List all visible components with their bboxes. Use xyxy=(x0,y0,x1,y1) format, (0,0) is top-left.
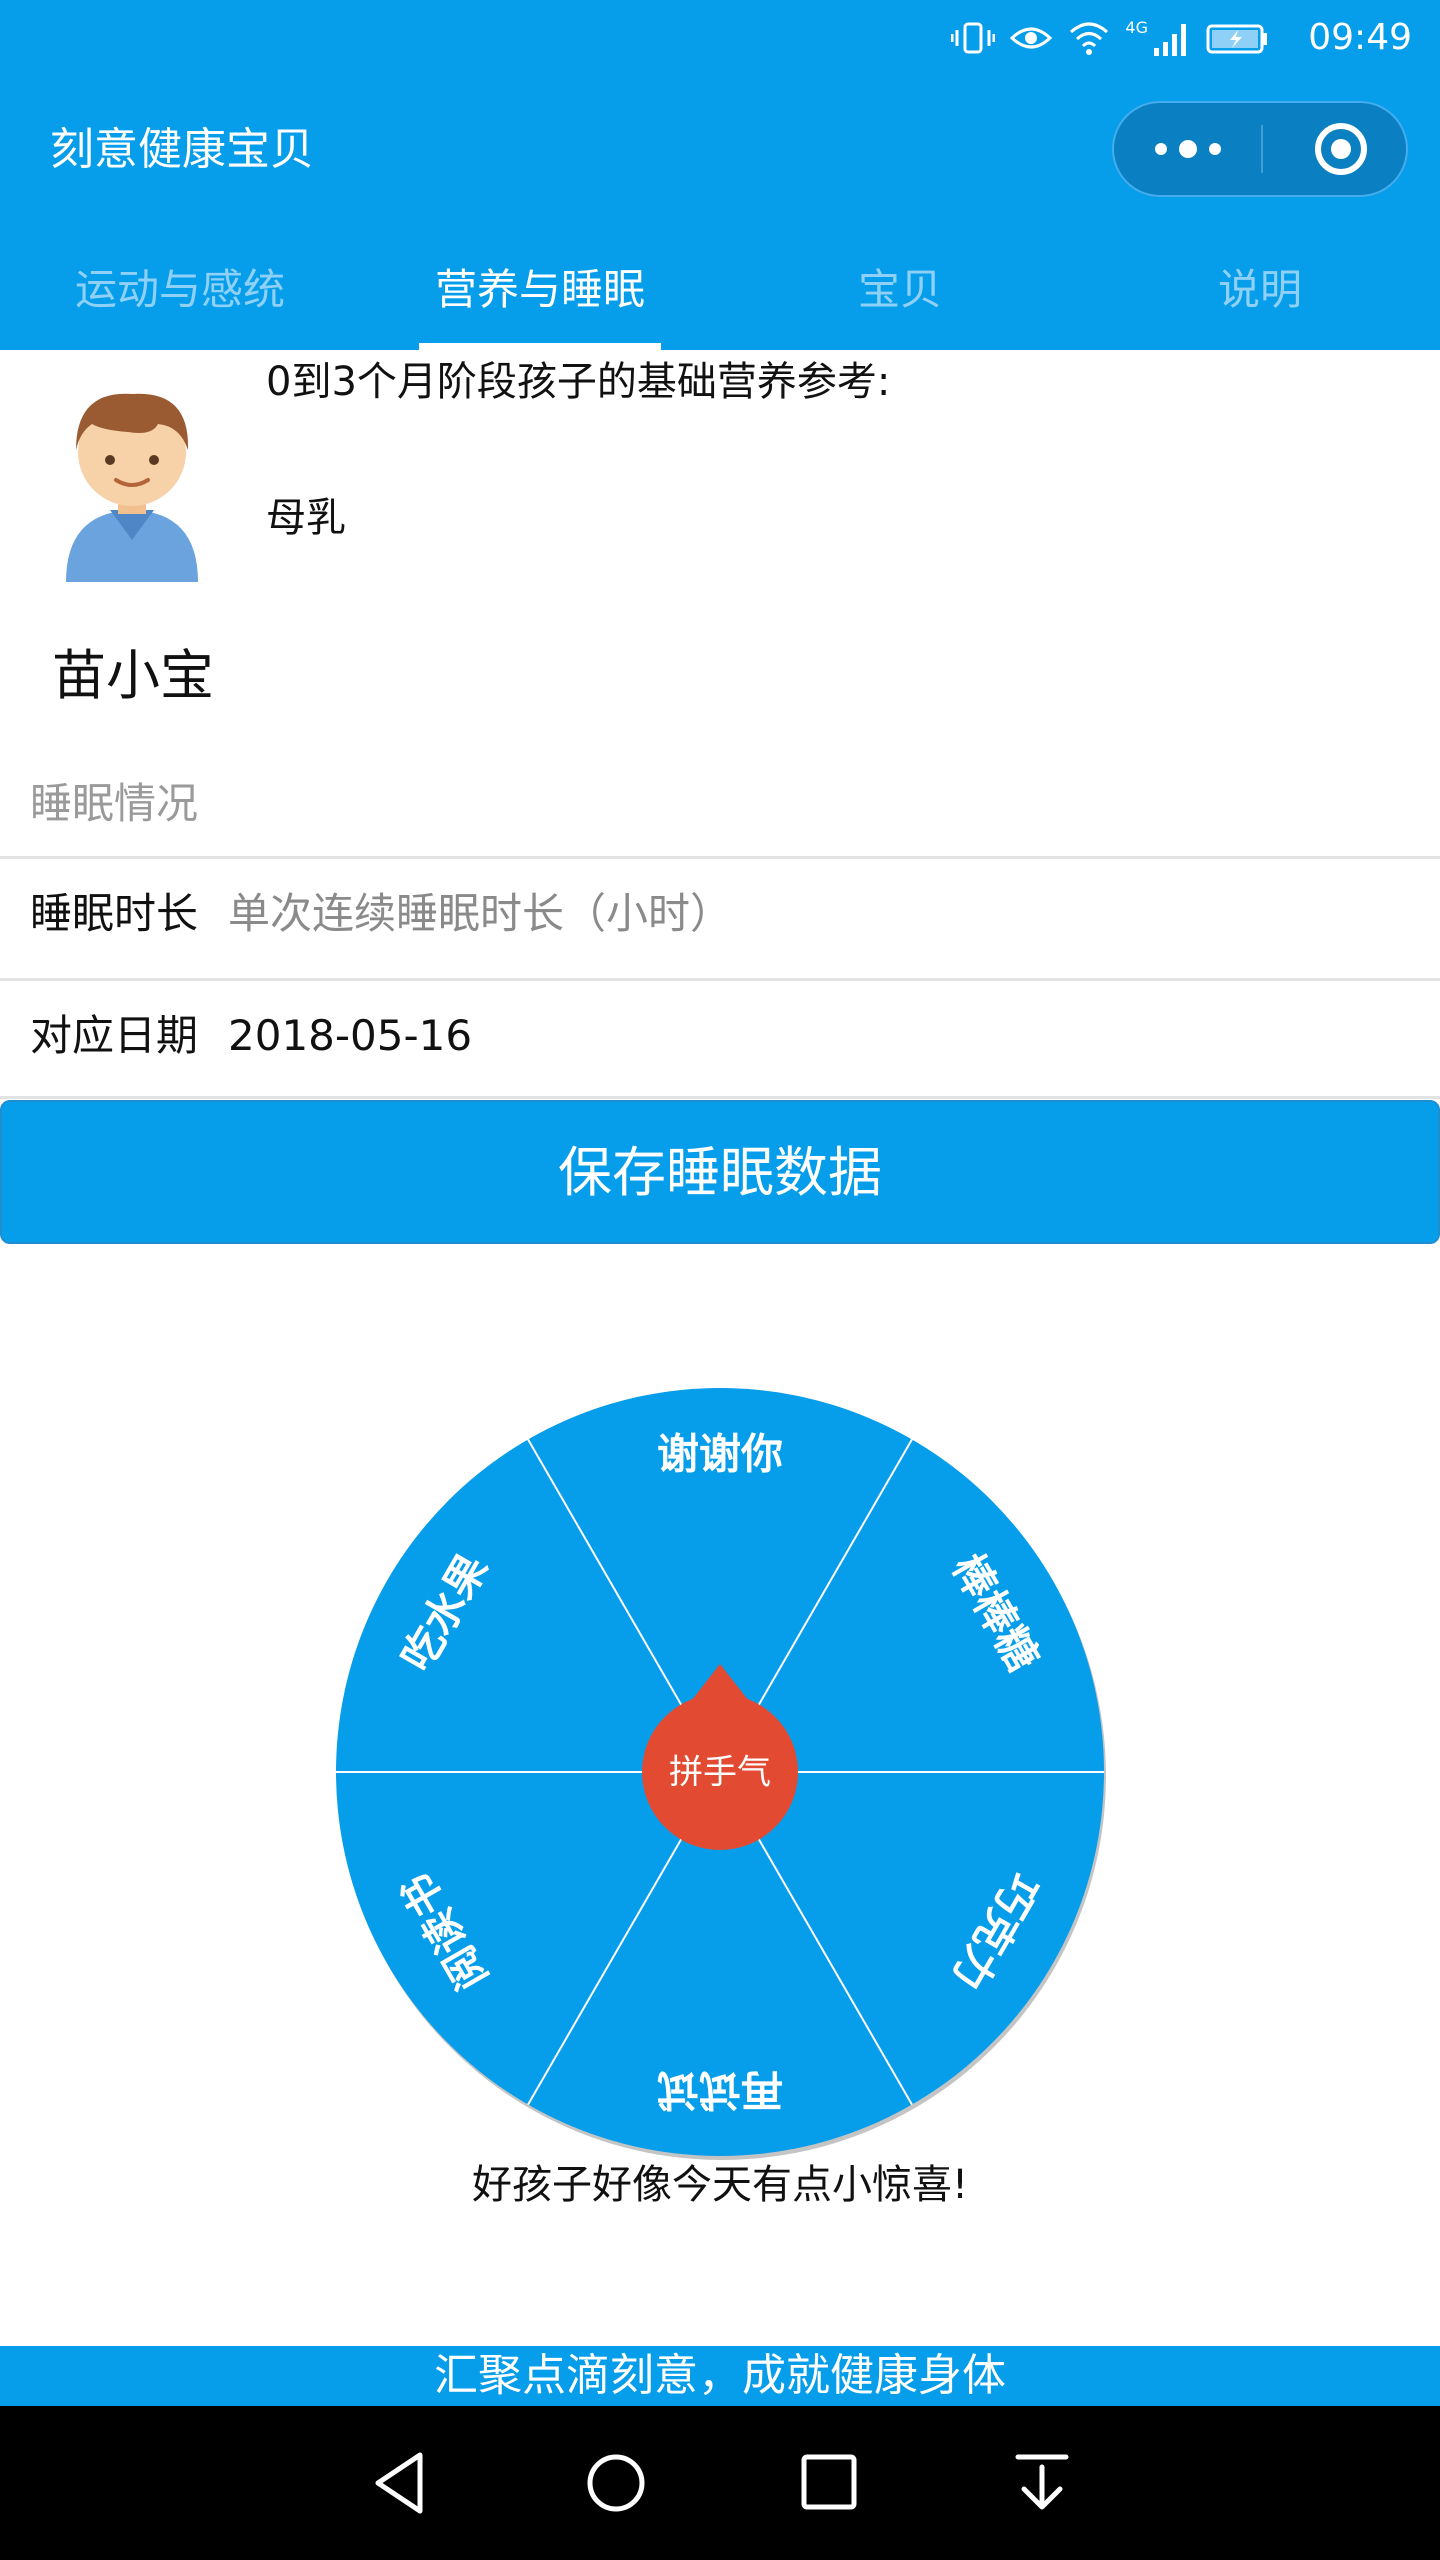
save-sleep-data-button[interactable]: 保存睡眠数据 xyxy=(0,1100,1440,1244)
spin-button-label: 拼手气 xyxy=(669,1753,771,1793)
baby-name: 苗小宝 xyxy=(52,644,214,707)
boy-avatar-icon[interactable] xyxy=(62,392,202,585)
home-icon[interactable] xyxy=(582,2449,650,2517)
status-time: 09:49 xyxy=(1308,17,1412,58)
tab-baby[interactable]: 宝贝 xyxy=(720,250,1080,350)
notification-pull-icon[interactable] xyxy=(1010,2449,1074,2517)
recents-icon[interactable] xyxy=(798,2451,860,2513)
mini-program-capsule xyxy=(1112,101,1408,197)
nutrition-item: 母乳 xyxy=(266,495,346,541)
battery-icon xyxy=(1206,24,1267,54)
app-title: 刻意健康宝贝 xyxy=(50,124,314,175)
tab-bar: 运动与感统 营养与睡眠 宝贝 说明 xyxy=(0,250,1440,350)
sleep-section-label: 睡眠情况 xyxy=(30,779,199,828)
footer-slogan: 汇聚点滴刻意，成就健康身体 xyxy=(0,2346,1440,2406)
capsule-divider xyxy=(1261,125,1263,173)
wheel-segment-label: 再试试 xyxy=(657,2066,783,2115)
sleep-duration-label: 睡眠时长 xyxy=(30,889,199,938)
active-tab-indicator xyxy=(419,343,661,350)
top-header-area: 4G 09:49 刻意健康宝贝 运动与感统 营养与睡眠 宝贝 说明 xyxy=(0,0,1440,350)
tab-instructions[interactable]: 说明 xyxy=(1080,250,1440,350)
nutrition-title: 0到3个月阶段孩子的基础营养参考: xyxy=(266,359,891,405)
eye-icon xyxy=(1010,27,1053,49)
lucky-wheel[interactable]: 谢谢你 棒棒糖 巧克力 再试试 阅读书 吃水果 拼手气 xyxy=(330,1382,1110,2162)
status-bar: 4G 09:49 xyxy=(0,0,1440,75)
back-icon[interactable] xyxy=(370,2449,430,2517)
divider xyxy=(0,978,1440,981)
sleep-date-label: 对应日期 xyxy=(30,1011,199,1060)
system-nav-bar xyxy=(0,2406,1440,2560)
status-icons: 4G xyxy=(951,18,1270,58)
signal-icon xyxy=(1154,24,1186,56)
network-type: 4G xyxy=(1125,18,1148,37)
tab-nutrition-sleep[interactable]: 营养与睡眠 xyxy=(360,250,720,350)
more-dots-icon[interactable] xyxy=(1114,103,1261,195)
divider xyxy=(0,856,1440,859)
target-icon[interactable] xyxy=(1274,103,1408,195)
divider xyxy=(0,1096,1440,1099)
sleep-date-picker[interactable]: 2018-05-16 xyxy=(228,1006,472,1066)
tab-sport[interactable]: 运动与感统 xyxy=(0,250,360,350)
wifi-icon xyxy=(1070,22,1109,55)
wheel-caption: 好孩子好像今天有点小惊喜! xyxy=(471,2162,969,2208)
vibrate-icon xyxy=(951,22,996,54)
sleep-duration-input[interactable] xyxy=(228,884,1408,944)
wheel-segment-label: 谢谢你 xyxy=(657,1430,783,1479)
